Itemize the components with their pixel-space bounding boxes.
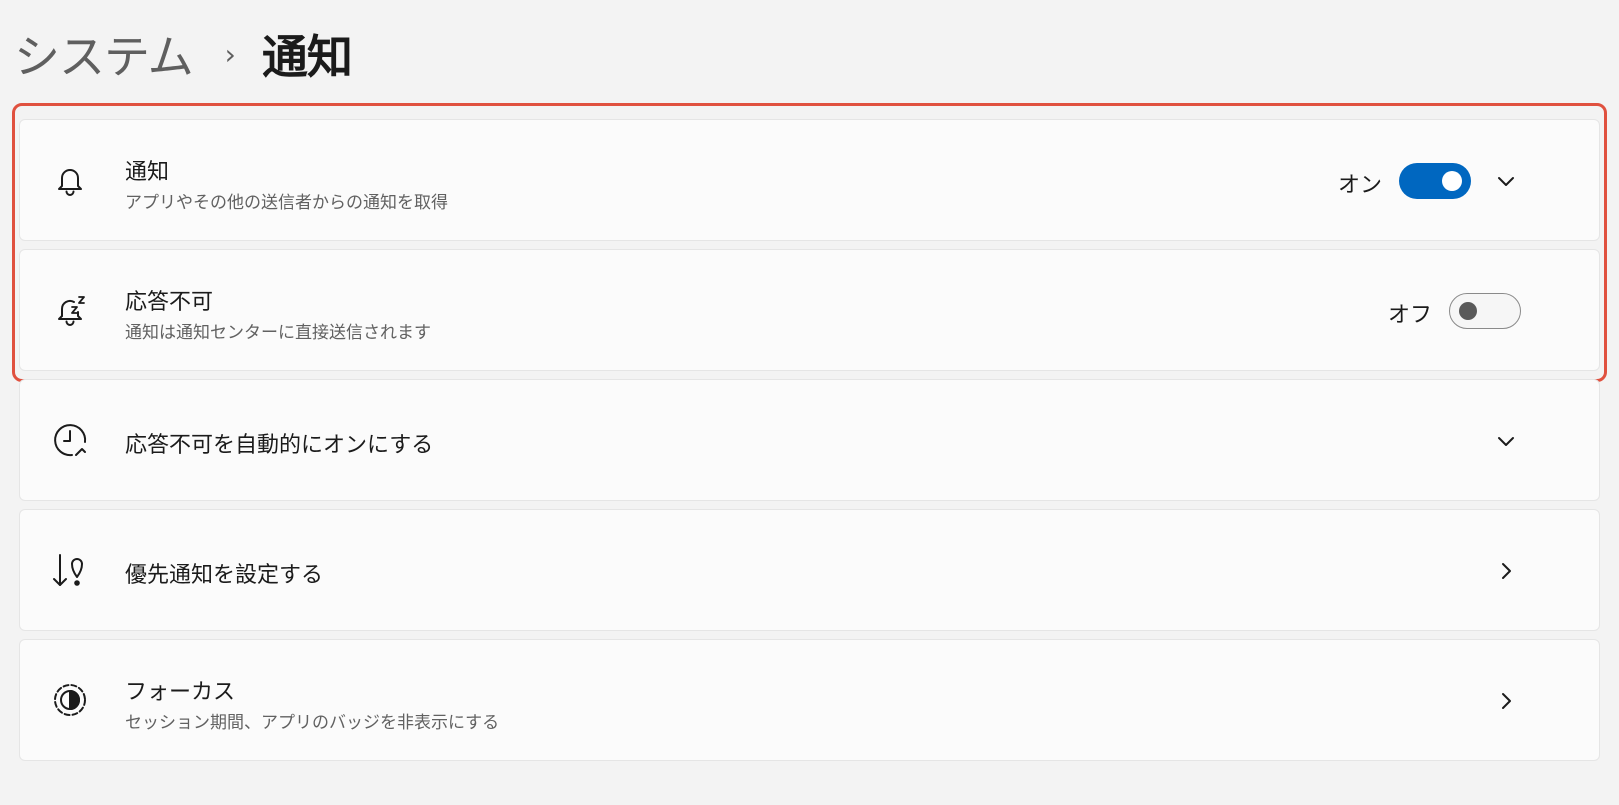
priority-card[interactable]: 優先通知を設定する <box>19 509 1600 631</box>
chevron-right-icon[interactable] <box>1492 557 1520 585</box>
chevron-down-icon[interactable] <box>1492 427 1520 455</box>
focus-icon <box>50 680 90 720</box>
priority-icon <box>50 550 90 590</box>
chevron-right-icon[interactable] <box>1492 687 1520 715</box>
priority-title: 優先通知を設定する <box>125 563 324 588</box>
breadcrumb-parent[interactable]: システム <box>14 21 194 87</box>
focus-subtitle: セッション期間、アプリのバッジを非表示にする <box>125 713 500 733</box>
settings-page: システム › 通知 通知 アプリやその他の送信者からの通知を取得 オン 応答不可… <box>0 0 1619 805</box>
page-title: 通知 <box>261 30 353 84</box>
clock-icon <box>50 420 90 460</box>
breadcrumb: システム › 通知 <box>14 21 353 87</box>
auto-dnd-card[interactable]: 応答不可を自動的にオンにする <box>19 379 1600 501</box>
focus-card[interactable]: フォーカス セッション期間、アプリのバッジを非表示にする <box>19 639 1600 761</box>
auto-dnd-title: 応答不可を自動的にオンにする <box>125 433 434 458</box>
focus-title: フォーカス <box>125 680 236 705</box>
breadcrumb-separator: › <box>224 37 236 71</box>
highlight-box <box>12 103 1607 382</box>
